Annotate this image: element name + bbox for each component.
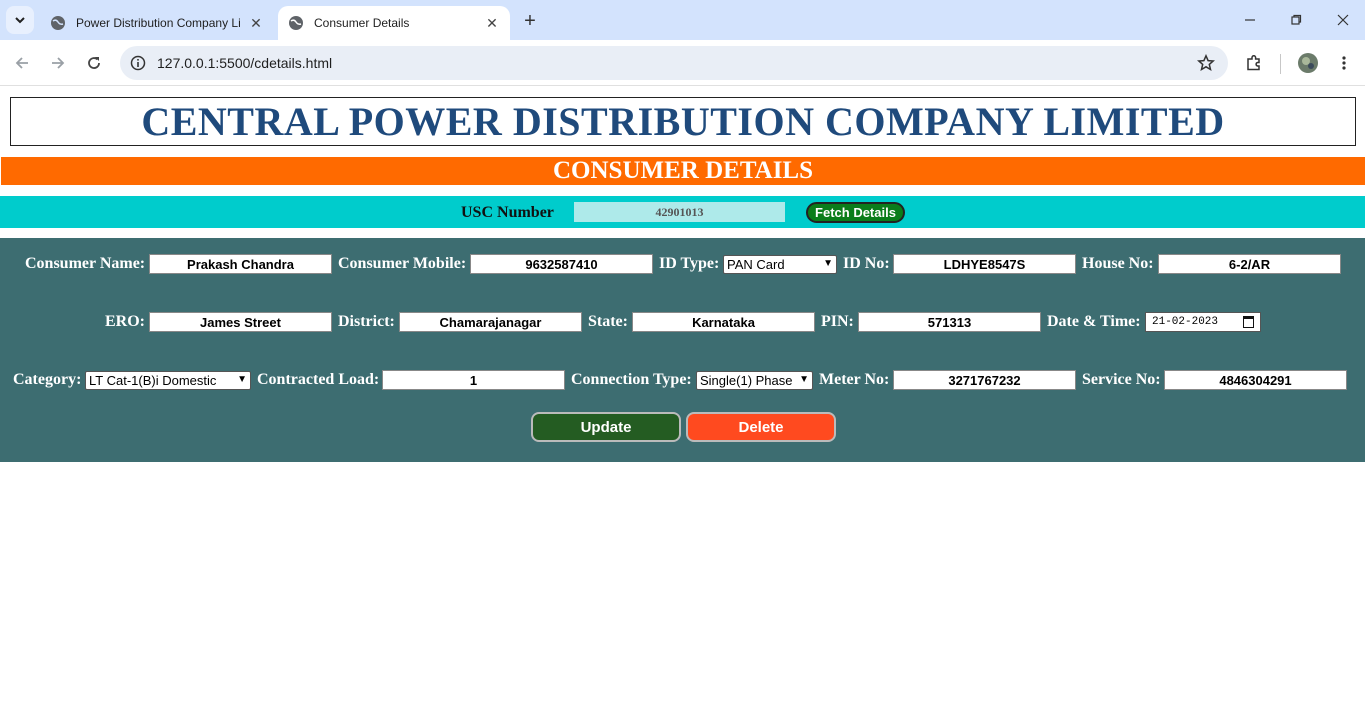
section-title: CONSUMER DETAILS — [553, 157, 813, 184]
category-select[interactable]: LT Cat-1(B)i Domestic ▼ — [85, 371, 251, 390]
browser-toolbar: 127.0.0.1:5500/cdetails.html — [0, 40, 1365, 86]
ero-value: James Street — [200, 314, 281, 330]
back-button[interactable] — [10, 51, 34, 75]
reload-button[interactable] — [82, 51, 106, 75]
meter-no-value: 3271767232 — [948, 372, 1021, 388]
service-no-field[interactable]: 4846304291 — [1164, 370, 1347, 390]
category-label: Category: — [13, 371, 82, 388]
consumer-name-label: Consumer Name: — [25, 255, 146, 272]
consumer-mobile-field[interactable]: 9632587410 — [470, 254, 653, 274]
url-text: 127.0.0.1:5500/cdetails.html — [157, 55, 333, 71]
id-type-value: PAN Card — [727, 257, 785, 272]
browser-tab-bar: Power Distribution Company Li ✕ Consumer… — [0, 0, 1365, 40]
house-no-label: House No: — [1082, 255, 1154, 272]
minimize-button[interactable] — [1238, 8, 1262, 32]
close-icon — [1337, 14, 1349, 26]
new-tab-button[interactable]: + — [518, 9, 542, 33]
ero-field[interactable]: James Street — [149, 312, 332, 332]
usc-value: 42901013 — [655, 204, 704, 219]
consumer-mobile-value: 9632587410 — [525, 256, 598, 272]
contracted-load-label: Contracted Load: — [257, 371, 380, 388]
arrow-left-icon — [15, 57, 28, 69]
service-no-value: 4846304291 — [1219, 372, 1292, 388]
forward-button[interactable] — [46, 51, 70, 75]
profile-avatar[interactable] — [1296, 51, 1320, 75]
toolbar-separator — [1280, 54, 1281, 74]
meter-no-field[interactable]: 3271767232 — [893, 370, 1076, 390]
close-window-button[interactable] — [1331, 8, 1355, 32]
update-button[interactable]: Update — [531, 412, 681, 442]
fetch-details-label: Fetch Details — [815, 205, 896, 220]
chevron-down-icon: ▼ — [237, 374, 247, 385]
tab-title: Power Distribution Company Li — [76, 16, 241, 30]
section-title-bar: CONSUMER DETAILS — [1, 157, 1365, 185]
pin-field[interactable]: 571313 — [858, 312, 1041, 332]
chevron-down-icon — [15, 17, 25, 24]
date-time-value: 21-02-2023 — [1152, 316, 1219, 328]
company-title: CENTRAL POWER DISTRIBUTION COMPANY LIMIT… — [141, 99, 1225, 144]
fetch-details-button[interactable]: Fetch Details — [806, 202, 905, 223]
state-label: State: — [588, 313, 628, 330]
district-field[interactable]: Chamarajanagar — [399, 312, 582, 332]
id-type-select[interactable]: PAN Card ▼ — [723, 255, 837, 274]
ero-label: ERO: — [105, 313, 145, 330]
more-menu-icon[interactable] — [1332, 51, 1356, 75]
contracted-load-field[interactable]: 1 — [382, 370, 565, 390]
arrow-right-icon — [52, 57, 65, 69]
category-value: LT Cat-1(B)i Domestic — [89, 373, 217, 388]
tab-search-button[interactable] — [6, 6, 34, 34]
tab-title: Consumer Details — [314, 16, 410, 30]
address-bar[interactable]: 127.0.0.1:5500/cdetails.html — [120, 46, 1228, 80]
connection-type-label: Connection Type: — [571, 371, 692, 388]
usc-label: USC Number — [461, 204, 554, 221]
id-no-field[interactable]: LDHYE8547S — [893, 254, 1076, 274]
delete-button[interactable]: Delete — [686, 412, 836, 442]
connection-type-value: Single(1) Phase — [700, 373, 793, 388]
bookmark-star-icon[interactable] — [1196, 53, 1216, 73]
district-value: Chamarajanagar — [439, 314, 542, 330]
close-icon[interactable]: ✕ — [484, 15, 500, 31]
state-value: Karnataka — [692, 314, 755, 330]
usc-bar: USC Number 42901013 Fetch Details — [0, 196, 1365, 228]
restore-button[interactable] — [1284, 8, 1308, 32]
state-field[interactable]: Karnataka — [632, 312, 815, 332]
restore-icon — [1291, 14, 1302, 25]
close-icon[interactable]: ✕ — [248, 15, 264, 31]
district-label: District: — [338, 313, 395, 330]
usc-number-input[interactable]: 42901013 — [574, 202, 785, 222]
calendar-icon[interactable] — [1243, 316, 1254, 328]
tab-power-distribution[interactable]: Power Distribution Company Li ✕ — [40, 6, 274, 40]
consumer-mobile-label: Consumer Mobile: — [338, 255, 467, 272]
company-title-box: CENTRAL POWER DISTRIBUTION COMPANY LIMIT… — [10, 97, 1356, 146]
info-icon[interactable] — [128, 53, 148, 73]
consumer-name-field[interactable]: Prakash Chandra — [149, 254, 332, 274]
reload-icon — [88, 57, 100, 69]
id-type-label: ID Type: — [659, 255, 720, 272]
globe-icon — [289, 16, 303, 30]
chevron-down-icon: ▼ — [799, 374, 809, 385]
date-time-field[interactable]: 21-02-2023 — [1145, 312, 1261, 332]
consumer-form: Consumer Name: Prakash Chandra Consumer … — [0, 238, 1365, 462]
update-label: Update — [580, 418, 632, 436]
extensions-puzzle-icon[interactable] — [1242, 51, 1266, 75]
tab-consumer-details[interactable]: Consumer Details ✕ — [278, 6, 510, 40]
contracted-load-value: 1 — [469, 372, 478, 388]
consumer-name-value: Prakash Chandra — [187, 256, 294, 272]
id-no-value: LDHYE8547S — [943, 256, 1026, 272]
service-no-label: Service No: — [1082, 371, 1161, 388]
delete-label: Delete — [738, 418, 784, 436]
house-no-field[interactable]: 6-2/AR — [1158, 254, 1341, 274]
id-no-label: ID No: — [843, 255, 890, 272]
meter-no-label: Meter No: — [819, 371, 890, 388]
globe-icon — [51, 16, 65, 30]
pin-label: PIN: — [821, 313, 854, 330]
connection-type-select[interactable]: Single(1) Phase ▼ — [696, 371, 813, 390]
pin-value: 571313 — [927, 314, 972, 330]
house-no-value: 6-2/AR — [1228, 256, 1271, 272]
chevron-down-icon: ▼ — [823, 258, 833, 269]
date-time-label: Date & Time: — [1047, 313, 1141, 330]
minimize-icon — [1245, 19, 1255, 21]
